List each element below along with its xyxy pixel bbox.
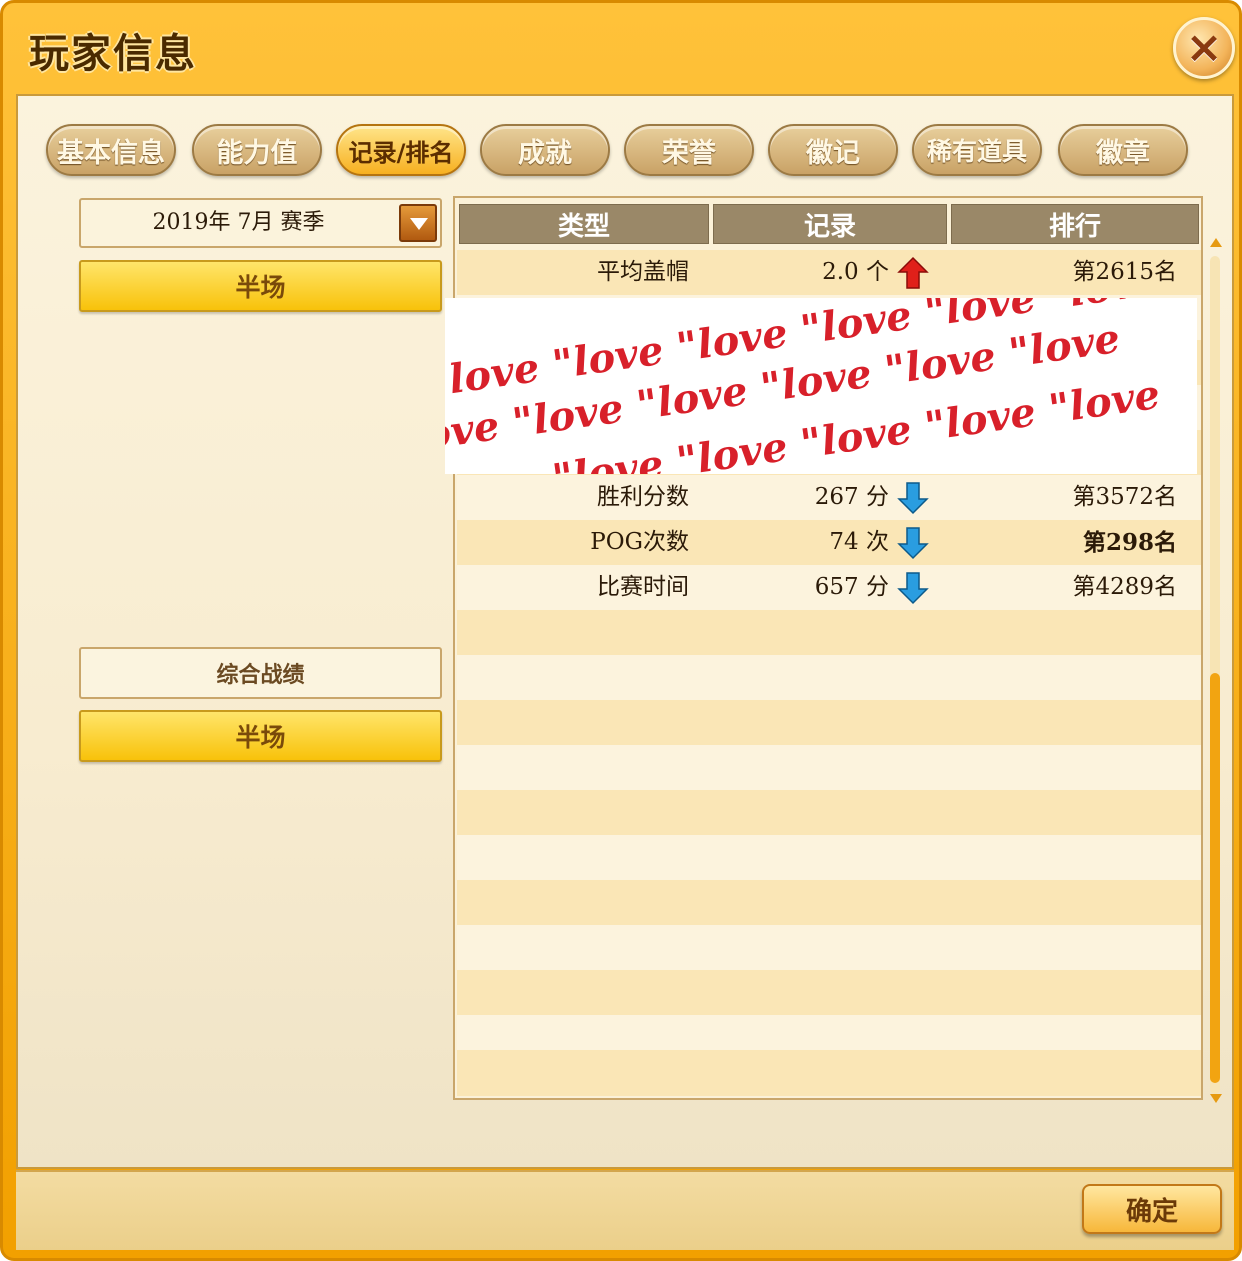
arrow-down-icon: [897, 572, 929, 605]
table-scrollbar[interactable]: [1208, 238, 1224, 1108]
record-type: 平均盖帽: [597, 259, 689, 285]
header-type: 类型: [459, 204, 709, 244]
close-icon: ×: [1185, 22, 1223, 73]
scroll-up-icon[interactable]: [1210, 238, 1222, 247]
table-row: [457, 925, 1201, 970]
arrow-up-icon: [897, 256, 929, 289]
tab-rare-items[interactable]: 稀有道具: [912, 124, 1042, 176]
record-value: 267 分: [814, 484, 889, 510]
title-bar: 玩家信息 ×: [3, 3, 1242, 95]
table-row: 平均盖帽 2.0 个 第2615名: [457, 250, 1201, 295]
record-rank: 第2615名: [1072, 259, 1177, 285]
record-type: POG次数: [590, 529, 689, 555]
half-court-button[interactable]: 半场: [79, 260, 442, 312]
tab-honor[interactable]: 荣誉: [624, 124, 754, 176]
close-button[interactable]: ×: [1173, 17, 1235, 79]
tab-ability[interactable]: 能力值: [192, 124, 322, 176]
season-select-value: 2019年 7月 赛季: [152, 210, 325, 235]
header-record: 记录: [713, 204, 947, 244]
tab-achievements[interactable]: 成就: [480, 124, 610, 176]
dropdown-arrow-icon[interactable]: [399, 204, 437, 242]
record-type: 胜利分数: [597, 484, 689, 510]
scroll-down-icon[interactable]: [1210, 1094, 1222, 1103]
table-row: 胜利分数 267 分 第3572名: [457, 475, 1201, 520]
table-row: [457, 790, 1201, 835]
table-row: POG次数 74 次 第298名: [457, 520, 1201, 565]
love-pattern-overlay: "love "love "love "love "love "love "lov…: [445, 298, 1197, 474]
table-row: [457, 1050, 1201, 1096]
table-row: 比赛时间 657 分 第4289名: [457, 565, 1201, 610]
overall-record-button[interactable]: 综合战绩: [79, 647, 442, 699]
table-row: [457, 745, 1201, 790]
table-row: [457, 700, 1201, 745]
table-row: [457, 835, 1201, 880]
scroll-thumb[interactable]: [1210, 673, 1220, 1083]
arrow-down-icon: [897, 482, 929, 515]
half-court-button-2[interactable]: 半场: [79, 710, 442, 762]
record-type: 比赛时间: [597, 574, 689, 600]
record-value: 657 分: [814, 574, 889, 600]
tab-badges[interactable]: 徽章: [1058, 124, 1188, 176]
tab-bar: 基本信息 能力值 记录/排名 成就 荣誉 徽记 稀有道具 徽章: [46, 124, 1196, 180]
tab-records-ranking[interactable]: 记录/排名: [336, 124, 466, 176]
table-row: [457, 970, 1201, 1015]
confirm-button[interactable]: 确定: [1082, 1184, 1222, 1234]
record-value: 2.0 个: [822, 259, 889, 285]
season-select[interactable]: 2019年 7月 赛季: [79, 198, 442, 248]
window-title: 玩家信息: [29, 31, 197, 77]
record-rank: 第3572名: [1072, 484, 1177, 510]
record-rank: 第298名: [1082, 529, 1177, 556]
arrow-down-icon: [897, 527, 929, 560]
table-row: [457, 880, 1201, 925]
table-row: [457, 610, 1201, 655]
table-row: [457, 655, 1201, 700]
header-rank: 排行: [951, 204, 1199, 244]
tab-emblem[interactable]: 徽记: [768, 124, 898, 176]
tab-basic-info[interactable]: 基本信息: [46, 124, 176, 176]
record-rank: 第4289名: [1072, 574, 1177, 600]
record-value: 74 次: [829, 529, 889, 555]
footer-bar: [16, 1170, 1234, 1250]
